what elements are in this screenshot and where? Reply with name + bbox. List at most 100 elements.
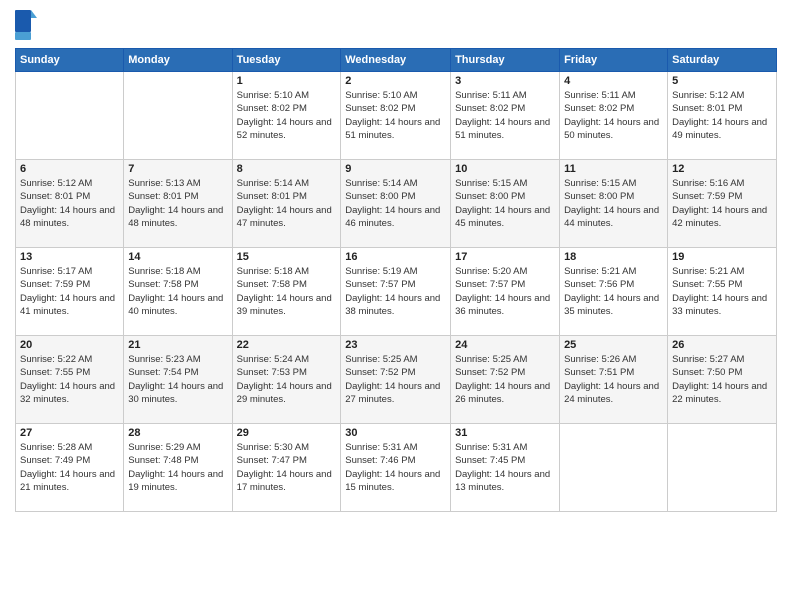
day-info: Sunrise: 5:15 AMSunset: 8:00 PMDaylight:…: [564, 177, 663, 230]
day-number: 6: [20, 163, 119, 175]
calendar-cell: [16, 72, 124, 160]
day-number: 30: [345, 427, 446, 439]
day-info: Sunrise: 5:15 AMSunset: 8:00 PMDaylight:…: [455, 177, 555, 230]
day-number: 23: [345, 339, 446, 351]
calendar-week: 1 Sunrise: 5:10 AMSunset: 8:02 PMDaylight…: [16, 72, 777, 160]
calendar-cell: 5 Sunrise: 5:12 AMSunset: 8:01 PMDaylight…: [668, 72, 777, 160]
calendar-week: 27Sunrise: 5:28 AMSunset: 7:49 PMDayligh…: [16, 424, 777, 512]
calendar-cell: 31 Sunrise: 5:31 AMSunset: 7:45 PMDayligh…: [451, 424, 560, 512]
calendar-week: 20 Sunrise: 5:22 AMSunset: 7:55 PMDayligh…: [16, 336, 777, 424]
day-info: Sunrise: 5:22 AMSunset: 7:55 PMDaylight:…: [20, 353, 119, 406]
day-info: Sunrise: 5:10 AMSunset: 8:02 PMDaylight:…: [237, 89, 337, 142]
day-info: Sunrise: 5:14 AMSunset: 8:00 PMDaylight:…: [345, 177, 446, 230]
calendar-cell: 19Sunrise: 5:21 AMSunset: 7:55 PMDayligh…: [668, 248, 777, 336]
day-info: Sunrise: 5:25 AMSunset: 7:52 PMDaylight:…: [345, 353, 446, 406]
day-info: Sunrise: 5:12 AMSunset: 8:01 PMDaylight:…: [672, 89, 772, 142]
day-info: Sunrise: 5:11 AMSunset: 8:02 PMDaylight:…: [455, 89, 555, 142]
day-info: Sunrise: 5:31 AMSunset: 7:46 PMDaylight:…: [345, 441, 446, 494]
calendar-cell: 6 Sunrise: 5:12 AMSunset: 8:01 PMDaylight…: [16, 160, 124, 248]
page: SundayMondayTuesdayWednesdayThursdayFrid…: [0, 0, 792, 612]
weekday-header: Thursday: [451, 49, 560, 72]
calendar-cell: [668, 424, 777, 512]
day-info: Sunrise: 5:19 AMSunset: 7:57 PMDaylight:…: [345, 265, 446, 318]
calendar-cell: 26Sunrise: 5:27 AMSunset: 7:50 PMDayligh…: [668, 336, 777, 424]
day-number: 25: [564, 339, 663, 351]
day-info: Sunrise: 5:18 AMSunset: 7:58 PMDaylight:…: [128, 265, 227, 318]
calendar-cell: 4 Sunrise: 5:11 AMSunset: 8:02 PMDaylight…: [560, 72, 668, 160]
day-number: 4: [564, 75, 663, 87]
day-number: 12: [672, 163, 772, 175]
day-number: 5: [672, 75, 772, 87]
calendar-cell: [560, 424, 668, 512]
weekday-header: Wednesday: [341, 49, 451, 72]
day-info: Sunrise: 5:31 AMSunset: 7:45 PMDaylight:…: [455, 441, 555, 494]
weekday-header: Monday: [124, 49, 232, 72]
day-number: 3: [455, 75, 555, 87]
day-number: 26: [672, 339, 772, 351]
day-number: 20: [20, 339, 119, 351]
day-number: 21: [128, 339, 227, 351]
day-info: Sunrise: 5:12 AMSunset: 8:01 PMDaylight:…: [20, 177, 119, 230]
day-info: Sunrise: 5:14 AMSunset: 8:01 PMDaylight:…: [237, 177, 337, 230]
day-number: 17: [455, 251, 555, 263]
day-info: Sunrise: 5:11 AMSunset: 8:02 PMDaylight:…: [564, 89, 663, 142]
calendar-cell: 28 Sunrise: 5:29 AMSunset: 7:48 PMDayligh…: [124, 424, 232, 512]
weekday-header: Saturday: [668, 49, 777, 72]
calendar-cell: 14 Sunrise: 5:18 AMSunset: 7:58 PMDayligh…: [124, 248, 232, 336]
calendar-cell: 23 Sunrise: 5:25 AMSunset: 7:52 PMDayligh…: [341, 336, 451, 424]
day-info: Sunrise: 5:25 AMSunset: 7:52 PMDaylight:…: [455, 353, 555, 406]
calendar-cell: 11 Sunrise: 5:15 AMSunset: 8:00 PMDayligh…: [560, 160, 668, 248]
day-number: 29: [237, 427, 337, 439]
day-number: 9: [345, 163, 446, 175]
day-info: Sunrise: 5:17 AMSunset: 7:59 PMDaylight:…: [20, 265, 119, 318]
calendar-header: SundayMondayTuesdayWednesdayThursdayFrid…: [16, 49, 777, 72]
day-number: 15: [237, 251, 337, 263]
calendar-cell: 21 Sunrise: 5:23 AMSunset: 7:54 PMDayligh…: [124, 336, 232, 424]
calendar-cell: 2Sunrise: 5:10 AMSunset: 8:02 PMDaylight…: [341, 72, 451, 160]
day-number: 27: [20, 427, 119, 439]
day-number: 14: [128, 251, 227, 263]
calendar-cell: 10 Sunrise: 5:15 AMSunset: 8:00 PMDayligh…: [451, 160, 560, 248]
calendar-cell: 12 Sunrise: 5:16 AMSunset: 7:59 PMDayligh…: [668, 160, 777, 248]
calendar-cell: 20 Sunrise: 5:22 AMSunset: 7:55 PMDayligh…: [16, 336, 124, 424]
day-number: 31: [455, 427, 555, 439]
day-info: Sunrise: 5:26 AMSunset: 7:51 PMDaylight:…: [564, 353, 663, 406]
calendar-cell: 16 Sunrise: 5:19 AMSunset: 7:57 PMDayligh…: [341, 248, 451, 336]
weekday-header: Sunday: [16, 49, 124, 72]
day-info: Sunrise: 5:29 AMSunset: 7:48 PMDaylight:…: [128, 441, 227, 494]
calendar-cell: 15 Sunrise: 5:18 AMSunset: 7:58 PMDayligh…: [232, 248, 341, 336]
weekday-row: SundayMondayTuesdayWednesdayThursdayFrid…: [16, 49, 777, 72]
calendar-cell: 13 Sunrise: 5:17 AMSunset: 7:59 PMDayligh…: [16, 248, 124, 336]
calendar-cell: [124, 72, 232, 160]
calendar-week: 6 Sunrise: 5:12 AMSunset: 8:01 PMDaylight…: [16, 160, 777, 248]
day-number: 8: [237, 163, 337, 175]
calendar-cell: 7Sunrise: 5:13 AMSunset: 8:01 PMDaylight…: [124, 160, 232, 248]
weekday-header: Tuesday: [232, 49, 341, 72]
day-info: Sunrise: 5:24 AMSunset: 7:53 PMDaylight:…: [237, 353, 337, 406]
day-info: Sunrise: 5:10 AMSunset: 8:02 PMDaylight:…: [345, 89, 446, 142]
calendar-cell: 27Sunrise: 5:28 AMSunset: 7:49 PMDayligh…: [16, 424, 124, 512]
calendar-cell: 24Sunrise: 5:25 AMSunset: 7:52 PMDayligh…: [451, 336, 560, 424]
day-number: 28: [128, 427, 227, 439]
day-number: 10: [455, 163, 555, 175]
calendar-cell: 25 Sunrise: 5:26 AMSunset: 7:51 PMDayligh…: [560, 336, 668, 424]
day-info: Sunrise: 5:30 AMSunset: 7:47 PMDaylight:…: [237, 441, 337, 494]
day-number: 11: [564, 163, 663, 175]
day-number: 19: [672, 251, 772, 263]
calendar-body: 1 Sunrise: 5:10 AMSunset: 8:02 PMDaylight…: [16, 72, 777, 512]
calendar-cell: 30 Sunrise: 5:31 AMSunset: 7:46 PMDayligh…: [341, 424, 451, 512]
day-number: 7: [128, 163, 227, 175]
day-number: 16: [345, 251, 446, 263]
day-number: 22: [237, 339, 337, 351]
day-info: Sunrise: 5:16 AMSunset: 7:59 PMDaylight:…: [672, 177, 772, 230]
day-number: 18: [564, 251, 663, 263]
day-info: Sunrise: 5:23 AMSunset: 7:54 PMDaylight:…: [128, 353, 227, 406]
header: [15, 10, 777, 40]
day-number: 13: [20, 251, 119, 263]
day-number: 1: [237, 75, 337, 87]
day-info: Sunrise: 5:18 AMSunset: 7:58 PMDaylight:…: [237, 265, 337, 318]
calendar: SundayMondayTuesdayWednesdayThursdayFrid…: [15, 48, 777, 512]
calendar-cell: 22 Sunrise: 5:24 AMSunset: 7:53 PMDayligh…: [232, 336, 341, 424]
calendar-cell: 18Sunrise: 5:21 AMSunset: 7:56 PMDayligh…: [560, 248, 668, 336]
weekday-header: Friday: [560, 49, 668, 72]
